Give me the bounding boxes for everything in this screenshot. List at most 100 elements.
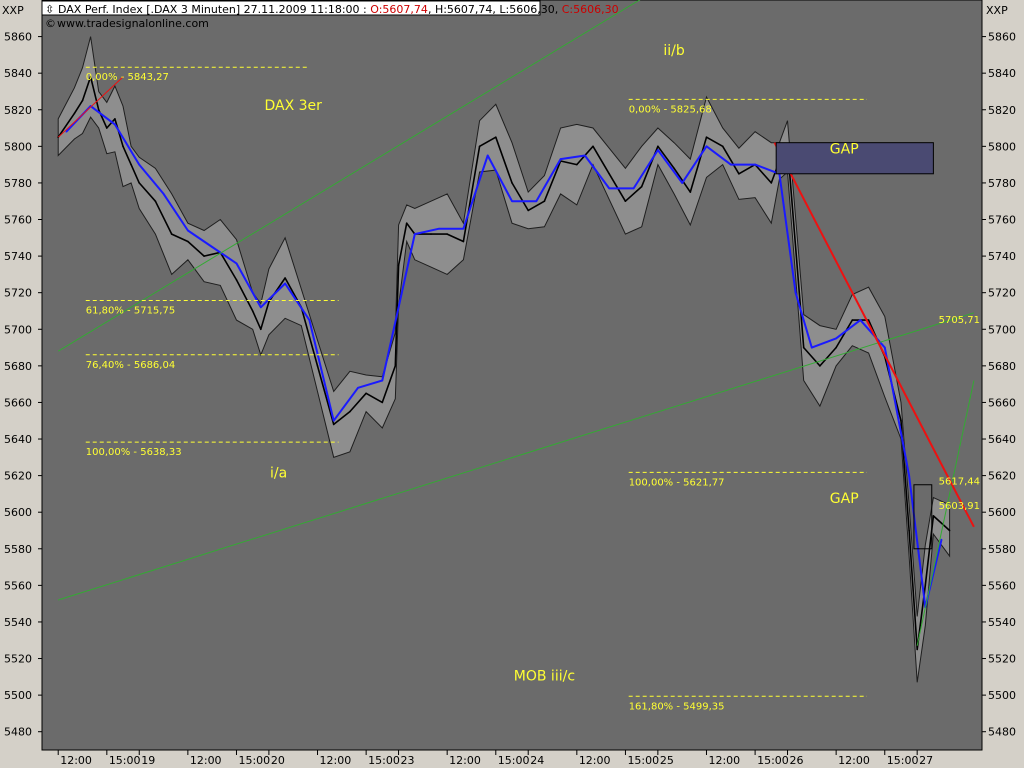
price-line-point [673,167,675,170]
y-tick-label-right: 5720 [988,287,1016,300]
annotation-label: GAP [830,491,859,507]
y-tick-label-right: 5480 [988,726,1016,739]
price-line-point [867,319,870,321]
price-line-point [608,173,610,175]
price-line-point [130,163,132,166]
fib-level-label: 0,00% - 5843,27 [86,72,169,83]
price-line-point [251,310,254,312]
price-line-point [835,346,837,349]
moving-average-line-point [486,154,489,157]
moving-average-line-point [162,193,165,195]
price-line-point [511,182,513,184]
y-tick-label-left: 5840 [4,67,32,80]
moving-average-line-point [908,474,910,477]
price-line-point [405,222,408,224]
chart-title: DAX Perf. Index [.DAX 3 Minuten] 27.11.2… [58,3,619,16]
y-tick-label-right: 5760 [988,214,1016,227]
y-tick-label-right: 5680 [988,360,1016,373]
value-label: 5617,44 [939,476,980,487]
price-line-point [316,365,319,367]
fib-level-label: 100,00% - 5638,33 [86,447,182,458]
y-tick-label-right: 5600 [988,506,1016,519]
y-tick-label-left: 5760 [4,214,32,227]
price-line-point [924,584,927,587]
x-tick-label: 12:00 [449,754,481,767]
x-tick-label: 24 [530,754,544,767]
y-tick-label-right: 5620 [988,470,1016,483]
price-line-point [394,365,397,367]
price-line-point [381,401,384,404]
price-line-point [478,145,481,148]
price-line-point [721,145,724,148]
x-tick-label: 15:00 [109,754,141,767]
price-line-point [122,145,124,148]
moving-average-line-point [730,163,732,166]
moving-average-line-point [235,262,238,265]
price-line-point [81,99,84,102]
left-scale-label: XXP [2,4,24,17]
y-tick-label-left: 5580 [4,543,32,556]
y-tick-label-left: 5740 [4,250,32,263]
price-line-point [106,127,108,129]
dax-chart: 0,00% - 5843,27 61,80% - 5715,75 76,40% - … [0,0,1024,768]
x-tick-label: 12:00 [190,754,222,767]
price-line-point [138,182,140,184]
x-tick-label: 15:00 [368,754,400,767]
fib-level-label: 76,40% - 5686,04 [86,360,175,371]
moving-average-line-point [284,282,286,285]
x-tick-label: 15:00 [627,754,659,767]
value-label: 5603,91 [939,501,980,512]
moving-average-line-point [397,306,400,309]
moving-average-line-point [940,538,943,541]
y-tick-label-right: 5860 [988,31,1016,44]
y-tick-label-right: 5740 [988,250,1016,263]
price-line-point [397,264,400,267]
x-tick-label: 15:00 [498,754,530,767]
price-line-point [908,529,910,532]
moving-average-line-point [559,158,562,160]
moving-average-line-point [357,387,359,389]
annotation-label: i/a [270,465,287,481]
moving-average-line-point [584,154,586,157]
moving-average-line-point [681,182,683,184]
y-tick-label-right: 5820 [988,104,1016,117]
x-tick-label: 15:00 [887,754,919,767]
x-tick-label: 12:00 [708,754,740,767]
x-tick-label: 25 [660,754,674,767]
source-label[interactable]: www.tradesignalonline.com [57,17,209,30]
price-line-point [446,233,449,235]
plot-area[interactable] [41,0,983,751]
x-tick-label: 23 [401,754,415,767]
indicator-handle-icon[interactable]: ⇳ [45,3,54,16]
price-line-point [154,200,157,202]
y-tick-label-left: 5480 [4,726,32,739]
y-tick-label-right: 5520 [988,653,1016,666]
fib-level-label: 0,00% - 5825,68 [629,104,712,115]
price-line-point [640,185,643,188]
y-tick-label-left: 5780 [4,177,32,190]
fib-level-label: 61,80% - 5715,75 [86,305,175,316]
y-tick-label-left: 5640 [4,433,32,446]
moving-average-line-point [187,229,189,232]
y-tick-label-right: 5780 [988,177,1016,190]
moving-average-line-point [414,233,416,235]
moving-average-line-point [114,123,116,126]
price-line-point [900,419,902,422]
x-tick-label: 27 [919,754,933,767]
y-tick-label-right: 5660 [988,396,1016,409]
price-line-point [689,191,692,193]
fib-level-label: 100,00% - 5621,77 [629,477,725,488]
price-line-point [916,648,918,651]
price-line-point [114,118,116,120]
moving-average-line-point [632,187,635,190]
moving-average-line-point [260,306,262,309]
moving-average-line-point [462,227,465,230]
price-line-point [495,136,497,138]
annotation-label: ii/b [663,43,684,59]
moving-average-line-point [811,346,813,349]
y-tick-label-right: 5540 [988,616,1016,629]
moving-average-line-point [884,346,886,349]
x-tick-label: 15:00 [757,754,789,767]
price-line-point [932,515,935,517]
price-line-point [73,112,76,115]
